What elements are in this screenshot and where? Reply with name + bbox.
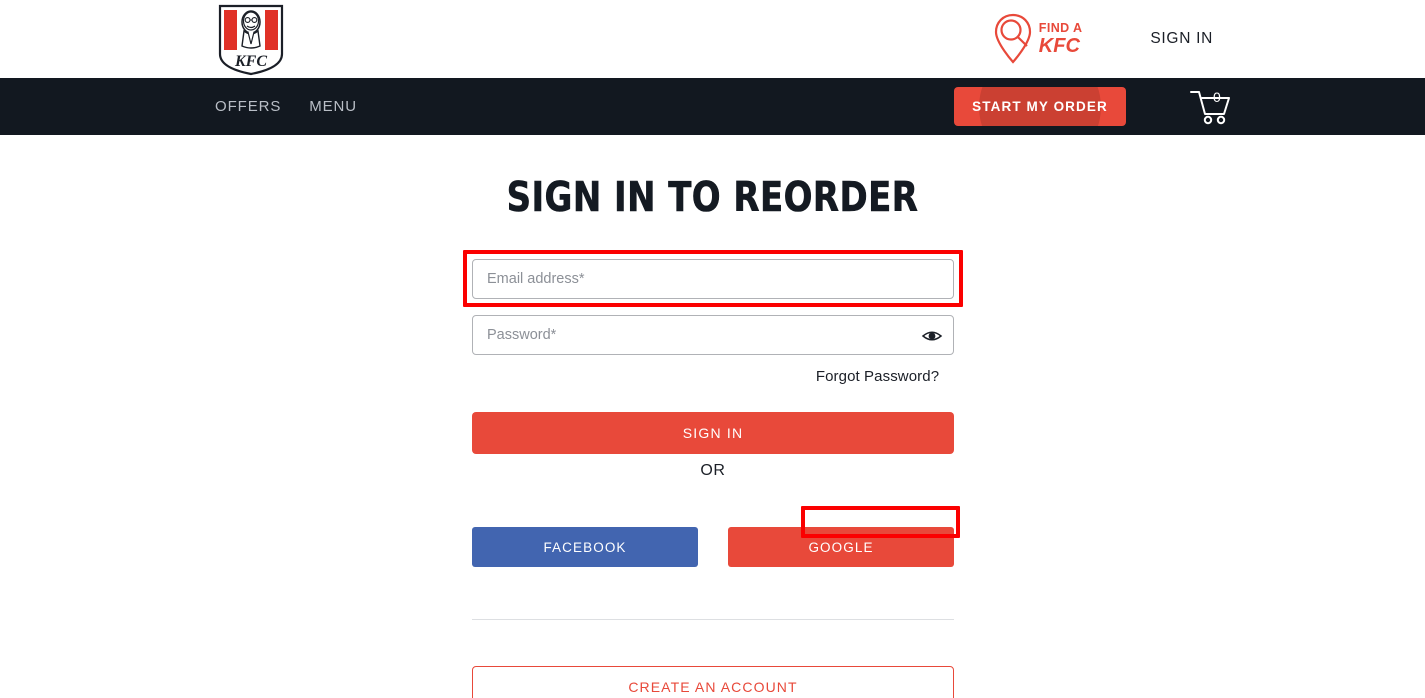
cart-count-badge: 0: [1213, 88, 1221, 105]
toggle-password-visibility-button[interactable]: [921, 325, 943, 347]
location-pin-search-icon: [994, 13, 1031, 64]
shopping-cart-icon: [1190, 90, 1230, 124]
main-content: SIGN IN TO REORDER Forgot Password? SIGN…: [0, 135, 1425, 698]
navbar-links: OFFERS MENU: [215, 98, 357, 115]
header-right-group: FIND A KFC SIGN IN: [991, 0, 1425, 78]
find-a-kfc-button[interactable]: FIND A KFC: [991, 11, 1083, 67]
password-input[interactable]: [473, 316, 953, 354]
kfc-logo[interactable]: KFC: [217, 4, 285, 76]
find-a-kfc-line1: FIND A: [1038, 21, 1083, 36]
google-login-button[interactable]: GOOGLE: [728, 527, 954, 567]
kfc-logo-icon: KFC: [218, 4, 284, 76]
section-divider: [472, 619, 954, 620]
main-navbar: OFFERS MENU START MY ORDER 0: [0, 78, 1425, 135]
eye-icon: [921, 331, 943, 341]
facebook-login-button[interactable]: FACEBOOK: [472, 527, 698, 567]
create-account-button[interactable]: CREATE AN ACCOUNT: [472, 666, 954, 698]
password-field-wrapper[interactable]: [472, 315, 954, 355]
page-title: SIGN IN TO REORDER: [506, 173, 919, 221]
sign-in-submit-button[interactable]: SIGN IN: [472, 412, 954, 454]
svg-text:KFC: KFC: [234, 53, 267, 70]
start-my-order-label: START MY ORDER: [972, 99, 1108, 114]
find-a-kfc-line2: KFC: [1038, 34, 1080, 57]
forgot-password-wrapper[interactable]: Forgot Password?: [801, 363, 954, 390]
or-divider-label: OR: [700, 462, 726, 479]
forgot-password-link[interactable]: Forgot Password?: [816, 368, 939, 385]
cart-button[interactable]: 0: [1188, 87, 1232, 127]
email-field-wrapper[interactable]: [472, 259, 954, 299]
nav-link-offers[interactable]: OFFERS: [215, 98, 281, 115]
header-sign-in-link[interactable]: SIGN IN: [1150, 30, 1213, 48]
site-header: KFC FIND A KFC SIGN IN: [0, 0, 1425, 78]
start-my-order-button[interactable]: START MY ORDER: [954, 87, 1126, 126]
navbar-actions: START MY ORDER 0: [954, 87, 1232, 127]
email-input[interactable]: [473, 260, 953, 298]
social-login-row: FACEBOOK GOOGLE: [472, 527, 954, 567]
nav-link-menu[interactable]: MENU: [309, 98, 357, 115]
